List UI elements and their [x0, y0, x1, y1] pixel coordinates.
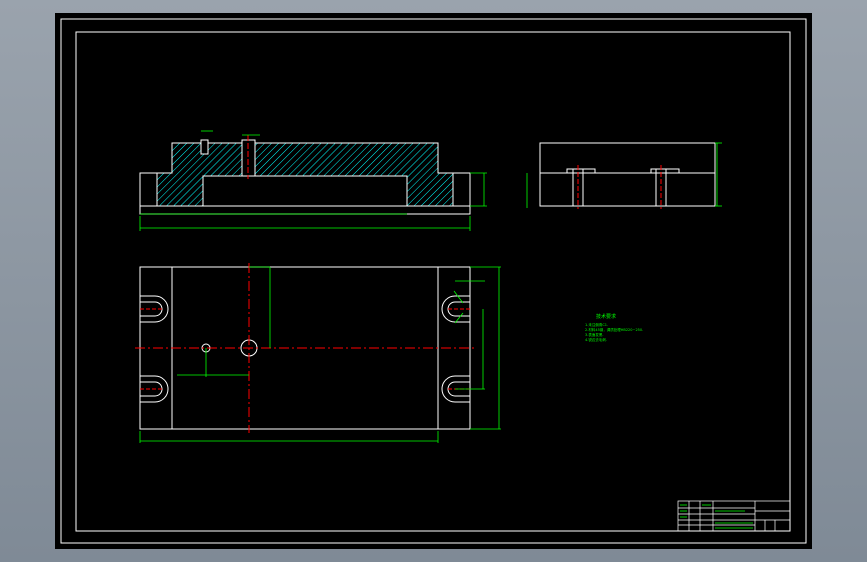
technical-notes: 技术要求 1.未注倒角C1. 2.材料45钢，调质处理HB220~250. 3.… — [585, 313, 643, 342]
notes-line: 3.表面发黑. — [585, 332, 603, 337]
u-slot-icon — [140, 295, 470, 403]
inner-frame — [75, 31, 791, 532]
top-view — [135, 263, 501, 443]
outer-frame — [60, 18, 807, 544]
front-section-view — [139, 130, 487, 231]
drawing-viewport[interactable]: 技术要求 1.未注倒角C1. 2.材料45钢，调质处理HB220~250. 3.… — [55, 13, 812, 549]
side-view — [526, 142, 722, 209]
side-outline — [539, 142, 716, 207]
top-slot-left — [200, 139, 209, 155]
title-block — [677, 500, 791, 532]
title-block-text-marks — [680, 504, 753, 529]
notes-line: 4.锐边去毛刺. — [585, 337, 607, 342]
notes-line: 2.材料45钢，调质处理HB220~250. — [585, 327, 643, 332]
notes-title: 技术要求 — [596, 313, 616, 320]
notes-line: 1.未注倒角C1. — [585, 322, 608, 327]
cad-drawing: 技术要求 1.未注倒角C1. 2.材料45钢，调质处理HB220~250. 3.… — [60, 18, 807, 544]
